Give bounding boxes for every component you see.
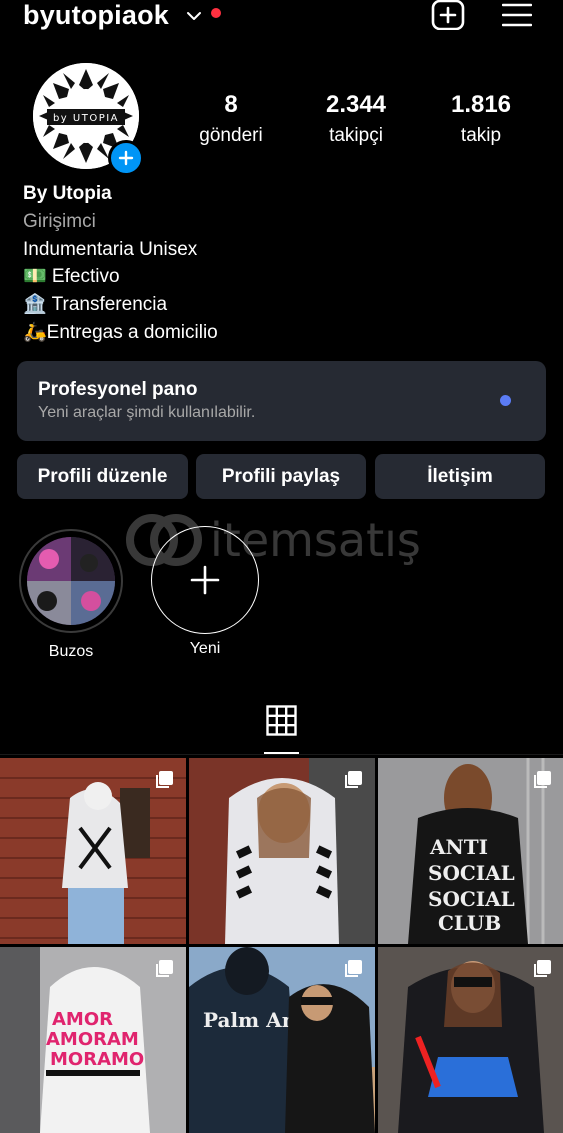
- professional-dashboard-subtitle: Yeni araçlar şimdi kullanılabilir.: [38, 404, 256, 421]
- svg-text:SOCIAL: SOCIAL: [428, 861, 515, 885]
- svg-text:SOCIAL: SOCIAL: [428, 887, 515, 911]
- notification-dot-icon: [211, 8, 221, 18]
- multiple-photos-icon: [534, 771, 551, 788]
- svg-text:AMORAM: AMORAM: [46, 1029, 139, 1050]
- following-count-number: 1.816: [450, 91, 512, 118]
- posts-count[interactable]: 8 gönderi: [176, 91, 286, 148]
- contact-button[interactable]: İletişim: [375, 454, 545, 499]
- avatar-text: by UTOPIA: [53, 113, 119, 124]
- post-thumbnail[interactable]: [0, 758, 186, 944]
- highlight-buzos-label: Buzos: [48, 643, 94, 660]
- posts-count-label: gönderi: [199, 125, 263, 146]
- following-count[interactable]: 1.816 takip: [426, 91, 536, 148]
- multiple-photos-icon: [345, 960, 362, 977]
- menu-icon[interactable]: [502, 3, 532, 27]
- followers-count-label: takipçi: [329, 125, 383, 146]
- svg-text:AMOR: AMOR: [52, 1009, 113, 1030]
- plus-icon: [190, 565, 220, 595]
- multiple-photos-icon: [156, 960, 173, 977]
- profile-category: Girişimci: [23, 210, 96, 232]
- bio-line: 💵 Efectivo: [23, 266, 120, 288]
- following-count-label: takip: [460, 125, 502, 146]
- followers-count-number: 2.344: [325, 91, 387, 118]
- new-highlight-label: Yeni: [189, 640, 221, 657]
- add-story-plus-icon[interactable]: [108, 140, 144, 176]
- post-thumbnail[interactable]: [378, 947, 563, 1133]
- new-highlight-button[interactable]: [151, 526, 259, 634]
- followers-count[interactable]: 2.344 takipçi: [301, 91, 411, 148]
- bio-line: 🛵Entregas a domicilio: [23, 321, 218, 343]
- profile-username[interactable]: byutopiaok: [23, 0, 169, 31]
- professional-dashboard-title: Profesyonel pano: [38, 379, 198, 400]
- multiple-photos-icon: [156, 771, 173, 788]
- edit-profile-button[interactable]: Profili düzenle: [17, 454, 188, 499]
- svg-text:ANTI: ANTI: [429, 835, 488, 859]
- post-thumbnail[interactable]: ANTI SOCIAL SOCIAL CLUB: [378, 758, 563, 944]
- profile-bio: By Utopia Girişimci Indumentaria Unisex …: [23, 180, 218, 347]
- professional-dashboard[interactable]: Profesyonel pano Yeni araçlar şimdi kull…: [17, 361, 546, 441]
- posts-count-number: 8: [224, 91, 238, 118]
- multiple-photos-icon: [534, 960, 551, 977]
- add-post-icon[interactable]: [431, 0, 465, 30]
- new-indicator-dot-icon: [500, 395, 511, 406]
- bio-line: Indumentaria Unisex: [23, 238, 198, 260]
- grid-icon[interactable]: [266, 705, 297, 736]
- post-thumbnail[interactable]: Palm Ange: [189, 947, 375, 1133]
- share-profile-button[interactable]: Profili paylaş: [196, 454, 366, 499]
- bio-line: 🏦 Transferencia: [23, 294, 168, 316]
- post-thumbnail[interactable]: [189, 758, 375, 944]
- profile-display-name: By Utopia: [23, 183, 112, 204]
- svg-text:MORAMO: MORAMO: [50, 1049, 144, 1070]
- multiple-photos-icon: [345, 771, 362, 788]
- post-thumbnail[interactable]: AMOR AMORAM MORAMO: [0, 947, 186, 1133]
- highlight-buzos[interactable]: [27, 537, 115, 625]
- chevron-down-icon[interactable]: [186, 8, 202, 24]
- tab-divider: [0, 754, 563, 755]
- svg-text:CLUB: CLUB: [438, 911, 501, 935]
